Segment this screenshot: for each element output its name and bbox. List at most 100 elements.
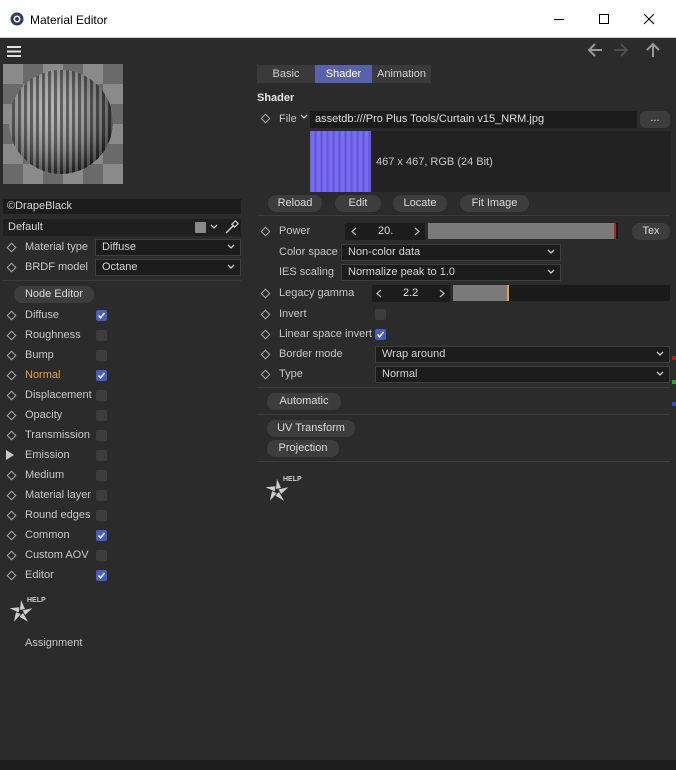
channel-label-normal[interactable]: Normal bbox=[25, 369, 60, 381]
material-type-value: Diffuse bbox=[102, 241, 137, 253]
brdf-model-label: BRDF model bbox=[25, 261, 88, 273]
ies-scaling-label: IES scaling bbox=[279, 266, 335, 278]
help-icon[interactable]: HELP bbox=[262, 473, 302, 507]
menu-icon[interactable] bbox=[7, 46, 21, 57]
channel-label-opacity[interactable]: Opacity bbox=[25, 409, 62, 421]
file-chevron-down-icon[interactable] bbox=[300, 114, 308, 120]
channel-label-diffuse[interactable]: Diffuse bbox=[25, 309, 59, 321]
preset-chevron-down-icon[interactable] bbox=[210, 224, 218, 230]
channel-checkbox-displacement[interactable] bbox=[96, 390, 107, 401]
material-name-field[interactable]: ©DrapeBlack bbox=[3, 199, 241, 214]
ies-scaling-value: Normalize peak to 1.0 bbox=[348, 266, 455, 278]
close-icon bbox=[643, 13, 655, 25]
tex-button[interactable]: Tex bbox=[632, 223, 670, 240]
file-path-field[interactable]: assetdb:///Pro Plus Tools/Curtain v15_NR… bbox=[310, 111, 637, 128]
minimize-button[interactable] bbox=[536, 0, 582, 38]
material-type-select[interactable]: Diffuse bbox=[95, 239, 241, 256]
channel-label-emission[interactable]: Emission bbox=[25, 449, 70, 461]
channel-checkbox-editor[interactable] bbox=[96, 570, 107, 581]
legacy-gamma-slider[interactable] bbox=[453, 285, 670, 301]
tab-animation[interactable]: Animation bbox=[372, 65, 431, 83]
preset-row[interactable]: Default bbox=[3, 219, 241, 236]
invert-label: Invert bbox=[279, 308, 307, 320]
power-slider-fill bbox=[428, 223, 617, 239]
browse-button[interactable]: ... bbox=[640, 111, 670, 128]
edge-marker-blue bbox=[672, 402, 676, 406]
channel-checkbox-opacity[interactable] bbox=[96, 410, 107, 421]
decrement-arrow-icon[interactable] bbox=[351, 227, 357, 236]
edge-marker-green bbox=[672, 380, 676, 384]
app-icon bbox=[10, 12, 24, 26]
ies-scaling-select[interactable]: Normalize peak to 1.0 bbox=[341, 264, 561, 281]
power-value: 20. bbox=[378, 225, 394, 237]
increment-arrow-icon[interactable] bbox=[439, 289, 445, 298]
back-arrow-icon[interactable] bbox=[586, 41, 604, 59]
channel-checkbox-diffuse[interactable] bbox=[96, 310, 107, 321]
channel-label-displacement[interactable]: Displacement bbox=[25, 389, 92, 401]
reload-button[interactable]: Reload bbox=[268, 195, 322, 212]
section-title: Shader bbox=[257, 92, 295, 104]
uv-transform-button[interactable]: UV Transform bbox=[267, 420, 355, 437]
linear-space-invert-checkbox[interactable] bbox=[375, 329, 386, 340]
border-mode-label: Border mode bbox=[279, 348, 343, 360]
channel-checkbox-material-layer[interactable] bbox=[96, 490, 107, 501]
legacy-gamma-number-field[interactable]: 2.2 bbox=[372, 285, 450, 302]
help-icon[interactable]: HELP bbox=[6, 594, 46, 628]
assignment-label: Assignment bbox=[25, 637, 83, 649]
eyedropper-icon[interactable] bbox=[224, 220, 239, 235]
channel-label-common[interactable]: Common bbox=[25, 529, 70, 541]
invert-checkbox[interactable] bbox=[375, 309, 386, 320]
legacy-gamma-label: Legacy gamma bbox=[279, 287, 355, 299]
channel-checkbox-medium[interactable] bbox=[96, 470, 107, 481]
close-button[interactable] bbox=[626, 0, 672, 38]
texture-thumbnail[interactable] bbox=[310, 131, 371, 192]
channel-label-editor[interactable]: Editor bbox=[25, 569, 54, 581]
preset-color-swatch[interactable] bbox=[195, 222, 206, 233]
brdf-model-select[interactable]: Octane bbox=[95, 259, 241, 276]
channel-label-material-layer[interactable]: Material layer bbox=[25, 489, 91, 501]
channel-label-custom-aov[interactable]: Custom AOV bbox=[25, 549, 89, 561]
locate-button[interactable]: Locate bbox=[393, 195, 447, 212]
channel-checkbox-roughness[interactable] bbox=[96, 330, 107, 341]
channel-label-medium[interactable]: Medium bbox=[25, 469, 64, 481]
legacy-gamma-slider-marker bbox=[507, 285, 510, 301]
channel-checkbox-bump[interactable] bbox=[96, 350, 107, 361]
power-slider[interactable] bbox=[428, 223, 618, 239]
decrement-arrow-icon[interactable] bbox=[376, 289, 382, 298]
channel-label-bump[interactable]: Bump bbox=[25, 349, 54, 361]
title-bar: Material Editor bbox=[0, 0, 676, 38]
forward-arrow-icon[interactable] bbox=[612, 41, 630, 59]
channel-checkbox-custom-aov[interactable] bbox=[96, 550, 107, 561]
tab-shader[interactable]: Shader bbox=[315, 65, 372, 83]
projection-button[interactable]: Projection bbox=[267, 440, 339, 457]
channel-label-roughness[interactable]: Roughness bbox=[25, 329, 81, 341]
material-type-label: Material type bbox=[25, 241, 88, 253]
power-number-field[interactable]: 20. bbox=[345, 223, 425, 240]
legacy-gamma-value: 2.2 bbox=[403, 287, 419, 299]
channel-label-round-edges[interactable]: Round edges bbox=[25, 509, 90, 521]
channel-checkbox-transmission[interactable] bbox=[96, 430, 107, 441]
type-select[interactable]: Normal bbox=[375, 366, 670, 383]
automatic-button[interactable]: Automatic bbox=[267, 393, 341, 410]
channel-label-transmission[interactable]: Transmission bbox=[25, 429, 90, 441]
material-preview[interactable] bbox=[3, 64, 123, 184]
channel-checkbox-emission[interactable] bbox=[96, 450, 107, 461]
color-space-select[interactable]: Non-color data bbox=[341, 244, 561, 261]
window-title: Material Editor bbox=[30, 13, 108, 27]
maximize-button[interactable] bbox=[581, 0, 627, 38]
texture-info: 467 x 467, RGB (24 Bit) bbox=[376, 156, 493, 168]
up-arrow-icon[interactable] bbox=[644, 41, 662, 59]
border-mode-value: Wrap around bbox=[382, 348, 446, 360]
channel-checkbox-normal[interactable] bbox=[96, 370, 107, 381]
emission-expand-icon[interactable] bbox=[6, 450, 14, 460]
border-mode-select[interactable]: Wrap around bbox=[375, 346, 670, 363]
channel-checkbox-common[interactable] bbox=[96, 530, 107, 541]
tab-basic[interactable]: Basic bbox=[257, 65, 315, 83]
node-editor-button[interactable]: Node Editor bbox=[14, 286, 94, 303]
channel-checkbox-round-edges[interactable] bbox=[96, 510, 107, 521]
chevron-down-icon bbox=[656, 371, 664, 376]
increment-arrow-icon[interactable] bbox=[414, 227, 420, 236]
fit-image-button[interactable]: Fit Image bbox=[460, 195, 529, 212]
checkmark-icon bbox=[376, 331, 385, 338]
edit-button[interactable]: Edit bbox=[335, 195, 381, 212]
